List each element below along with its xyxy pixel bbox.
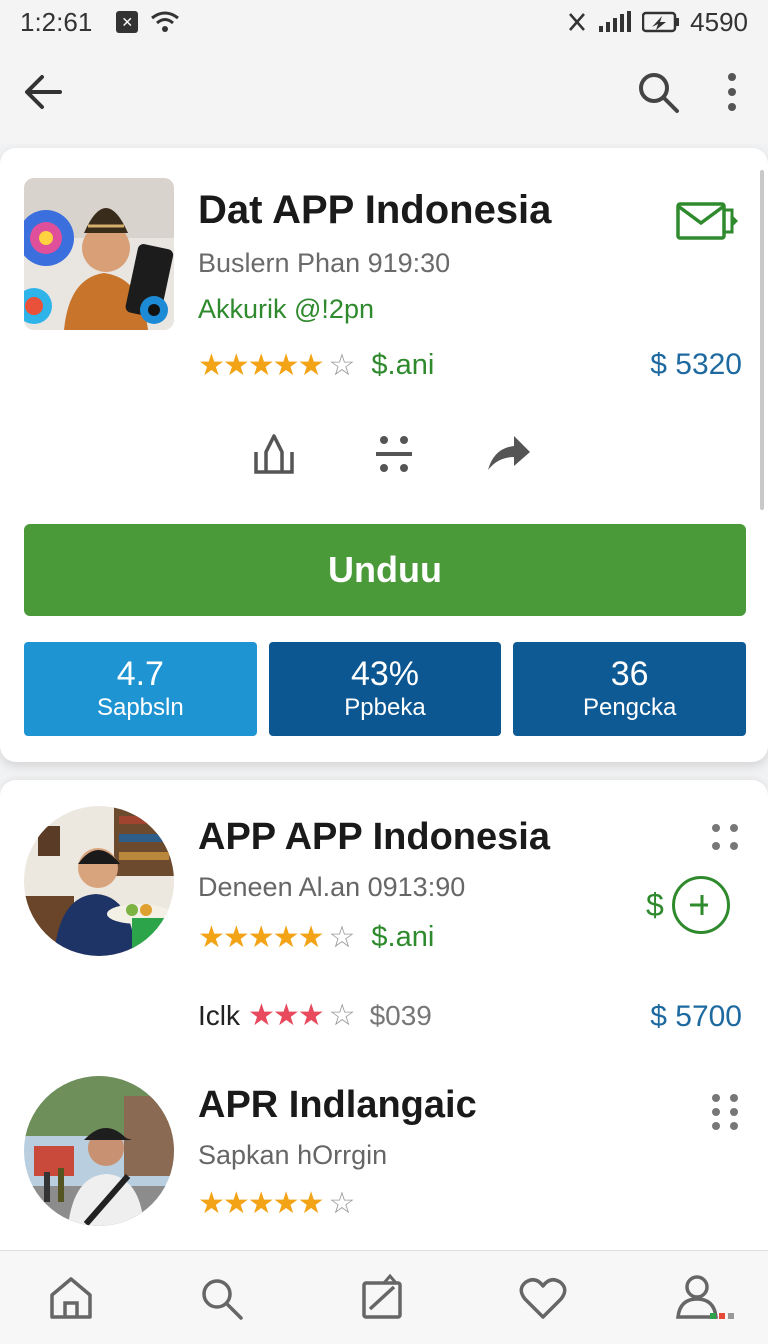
sub-rating-star-empty: ☆ bbox=[328, 999, 356, 1032]
list-item-avatar[interactable] bbox=[24, 806, 174, 956]
stat-label: Pengcka bbox=[582, 694, 677, 721]
status-time: 1:2:61 bbox=[20, 6, 93, 37]
rating-stars: ★★★★★ bbox=[198, 349, 324, 382]
sub-label: Iclk bbox=[198, 999, 240, 1031]
stat-tile[interactable]: 43% Ppbeka bbox=[268, 642, 502, 736]
list-item-rating: ★★★★★ ☆ bbox=[198, 1186, 355, 1221]
list-item-title[interactable]: APR Indlangaic bbox=[198, 1084, 477, 1127]
app-list: APP APP Indonesia Deneen Al.an 0913:90 ★… bbox=[0, 780, 768, 1256]
stats-row: 4.7 Sapbsln 43% Ppbeka 36 Pengcka bbox=[24, 642, 747, 736]
price-tag: $.ani bbox=[371, 349, 435, 381]
add-to-cart[interactable]: $ bbox=[646, 876, 730, 934]
bottom-nav bbox=[0, 1250, 768, 1344]
apps-icon[interactable] bbox=[358, 1273, 408, 1323]
stat-value: 36 bbox=[610, 655, 649, 693]
drag-handle-icon[interactable] bbox=[708, 820, 742, 854]
notification-icon: ✕ bbox=[116, 11, 139, 33]
price-tag: $.ani bbox=[371, 921, 435, 953]
share-upload-icon[interactable] bbox=[250, 430, 298, 478]
rating-star-empty: ☆ bbox=[328, 1187, 356, 1220]
stat-tile[interactable]: 4.7 Sapbsln bbox=[24, 642, 257, 736]
heart-icon[interactable] bbox=[518, 1273, 568, 1323]
battery-icon bbox=[642, 11, 680, 33]
developer-name[interactable]: Akkurik @!2pn bbox=[198, 294, 374, 325]
stat-label: Ppbeka bbox=[344, 694, 426, 721]
app-rating: ★★★★★ ☆ $.ani bbox=[198, 348, 434, 383]
profile-icon[interactable] bbox=[672, 1273, 742, 1323]
add-icon[interactable] bbox=[671, 876, 730, 934]
forward-share-icon[interactable] bbox=[484, 430, 532, 478]
battery-level: 4590 bbox=[690, 6, 748, 37]
sub-price: $039 bbox=[369, 999, 432, 1031]
list-item-subrow: Iclk ★★★ ☆ $039 bbox=[198, 998, 432, 1033]
download-button[interactable]: Unduu bbox=[24, 524, 746, 616]
app-bar bbox=[0, 44, 768, 144]
home-icon[interactable] bbox=[46, 1273, 96, 1323]
stat-label: Sapbsln bbox=[96, 694, 184, 721]
list-item-subtitle: Sapkan hOrrgin bbox=[198, 1140, 388, 1170]
search-icon[interactable] bbox=[196, 1273, 246, 1323]
compare-icon[interactable] bbox=[370, 430, 418, 478]
mail-icon[interactable] bbox=[676, 196, 740, 244]
stat-value: 43% bbox=[350, 655, 420, 693]
stat-value: 4.7 bbox=[116, 655, 164, 693]
list-item-price: $ 5700 bbox=[650, 1000, 742, 1033]
more-vertical-icon[interactable] bbox=[712, 68, 752, 116]
signal-icon bbox=[599, 11, 632, 32]
scrollbar[interactable] bbox=[760, 170, 764, 510]
app-price: $ 5320 bbox=[650, 348, 742, 381]
list-item-title[interactable]: APP APP Indonesia bbox=[198, 816, 550, 859]
rating-star-empty: ☆ bbox=[328, 349, 356, 382]
app-detail-card: Dat APP Indonesia Buslern Phan 919:30 Ak… bbox=[0, 148, 768, 762]
dollar-sign: $ bbox=[646, 886, 664, 923]
arrow-left-icon[interactable] bbox=[20, 68, 68, 116]
search-icon[interactable] bbox=[634, 68, 682, 116]
stat-tile[interactable]: 36 Pengcka bbox=[513, 642, 747, 736]
wifi-icon bbox=[151, 11, 180, 32]
list-item-subtitle: Deneen Al.an 0913:90 bbox=[198, 872, 466, 902]
drag-handle-icon[interactable] bbox=[708, 1092, 742, 1132]
app-subtitle: Buslern Phan 919:30 bbox=[198, 248, 451, 278]
vibrate-icon bbox=[569, 13, 586, 31]
sub-rating-stars: ★★★ bbox=[248, 999, 325, 1032]
status-bar: 1:2:61 ✕ 4590 bbox=[0, 0, 768, 44]
app-thumbnail[interactable] bbox=[24, 178, 174, 330]
list-item-avatar[interactable] bbox=[24, 1076, 174, 1226]
app-title: Dat APP Indonesia bbox=[198, 188, 552, 232]
rating-stars: ★★★★★ bbox=[198, 921, 324, 954]
list-item-rating: ★★★★★ ☆ $.ani bbox=[198, 920, 434, 955]
rating-stars: ★★★★★ bbox=[198, 1187, 324, 1220]
rating-star-empty: ☆ bbox=[328, 921, 356, 954]
action-row bbox=[0, 430, 768, 490]
